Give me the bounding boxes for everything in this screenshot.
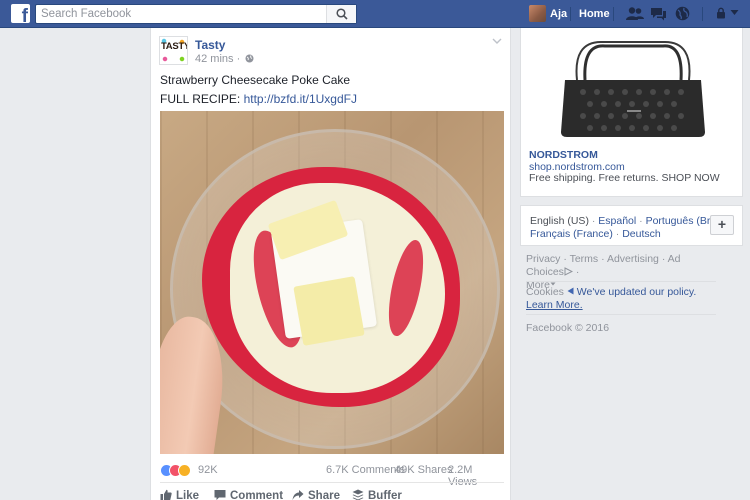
buffer-label: Buffer: [368, 490, 402, 500]
butter-slice: [293, 276, 365, 346]
cookies-notice: Cookies We've updated our policy. Learn …: [526, 286, 716, 312]
post-title: Strawberry Cheesecake Poke Cake: [160, 73, 351, 87]
terms-link[interactable]: Terms: [570, 253, 599, 265]
buffer-button[interactable]: Buffer: [352, 489, 402, 500]
facebook-logo-letter: f: [21, 6, 28, 23]
comment-button[interactable]: Comment: [214, 489, 283, 500]
notifications-globe-icon[interactable]: [675, 6, 690, 21]
friend-requests-icon[interactable]: [626, 6, 644, 22]
separator: ·: [615, 228, 620, 240]
advertising-link[interactable]: Advertising: [607, 253, 659, 265]
language-option-espanol[interactable]: Español: [598, 215, 636, 227]
page-avatar[interactable]: TASTY: [159, 36, 188, 65]
post-time: 42 mins ·: [195, 53, 241, 65]
language-option-deutsch[interactable]: Deutsch: [622, 228, 661, 240]
post-options-chevron-icon[interactable]: [492, 37, 502, 45]
buffer-stack-icon: [352, 489, 364, 500]
privacy-lock-icon[interactable]: [716, 7, 726, 19]
comments-count-link[interactable]: 6.7K Comments: [326, 464, 405, 476]
like-label: Like: [176, 490, 200, 500]
home-link[interactable]: Home: [579, 8, 610, 20]
post-video[interactable]: [160, 111, 504, 454]
separator: ·: [563, 253, 567, 265]
like-button[interactable]: Like: [160, 489, 199, 500]
ad-choices-icon: [564, 267, 574, 276]
ad-brand-name[interactable]: NORDSTROM: [529, 149, 598, 161]
learn-more-link[interactable]: Learn More.: [526, 299, 583, 311]
recipe-prefix: FULL RECIPE:: [160, 92, 241, 106]
sponsored-ad[interactable]: NORDSTROM shop.nordstrom.com Free shippi…: [520, 28, 743, 197]
separator: ·: [591, 215, 596, 227]
handbag-ad-image: [561, 41, 705, 137]
post-stats: 92K 6.7K Comments 49K Shares 2.2M Views: [160, 464, 504, 488]
language-row: English (US) · Español · Português (Bras…: [530, 215, 730, 227]
separator: ·: [639, 215, 643, 227]
footer-divider: [526, 314, 716, 315]
post-timestamp[interactable]: 42 mins ·: [195, 53, 254, 65]
search-box: [35, 4, 357, 24]
search-button[interactable]: [326, 5, 356, 23]
facebook-logo[interactable]: f: [11, 4, 30, 23]
add-language-button[interactable]: +: [710, 215, 734, 235]
ad-description: Free shipping. Free returns. SHOP NOW: [529, 172, 720, 184]
separator: ·: [575, 266, 580, 278]
thumbs-up-icon: [160, 489, 172, 500]
share-label: Share: [308, 490, 340, 500]
haha-reaction-icon: [178, 464, 191, 477]
nav-divider: [702, 7, 703, 21]
nav-divider: [613, 7, 614, 21]
language-selector: English (US) · Español · Português (Bras…: [520, 205, 743, 246]
cookies-updated-text: We've updated our policy.: [576, 286, 697, 298]
reaction-count: 92K: [198, 464, 218, 476]
post-recipe-line: FULL RECIPE: http://bzfd.it/1UxgdFJ: [160, 92, 357, 106]
views-count: 2.2M Views: [448, 464, 478, 488]
privacy-link[interactable]: Privacy: [526, 253, 560, 265]
search-input[interactable]: [36, 5, 326, 23]
language-option-francais[interactable]: Français (France): [530, 228, 613, 240]
top-navigation-bar: f Aja Home: [0, 0, 750, 28]
shares-count-link[interactable]: 49K Shares: [395, 464, 452, 476]
news-feed-post: TASTY Tasty 42 mins · Strawberry Cheesec…: [150, 28, 511, 500]
avatar[interactable]: [529, 5, 546, 22]
comment-bubble-icon: [214, 490, 226, 500]
separator: ·: [601, 253, 605, 265]
account-menu-caret-icon[interactable]: [730, 8, 739, 17]
nav-divider: [570, 7, 571, 21]
page-avatar-logo: TASTY: [161, 41, 188, 52]
cookies-label: Cookies: [526, 286, 564, 298]
current-language: English (US): [530, 215, 589, 227]
copyright: Facebook © 2016: [526, 322, 610, 334]
share-arrow-icon: [292, 490, 304, 500]
public-globe-icon: [245, 54, 254, 63]
messages-icon[interactable]: [650, 6, 667, 22]
comment-label: Comment: [230, 490, 284, 500]
language-row: Français (France) · Deutsch: [530, 228, 661, 240]
search-icon: [336, 8, 348, 20]
cookie-notice-arrow-icon: [567, 287, 574, 295]
recipe-link[interactable]: http://bzfd.it/1UxgdFJ: [244, 92, 357, 106]
page-name-link[interactable]: Tasty: [195, 38, 225, 52]
share-button[interactable]: Share: [292, 489, 340, 500]
separator: ·: [661, 253, 666, 265]
profile-link[interactable]: Aja: [550, 8, 567, 20]
actions-divider: [160, 482, 504, 483]
footer-divider: [526, 281, 716, 282]
